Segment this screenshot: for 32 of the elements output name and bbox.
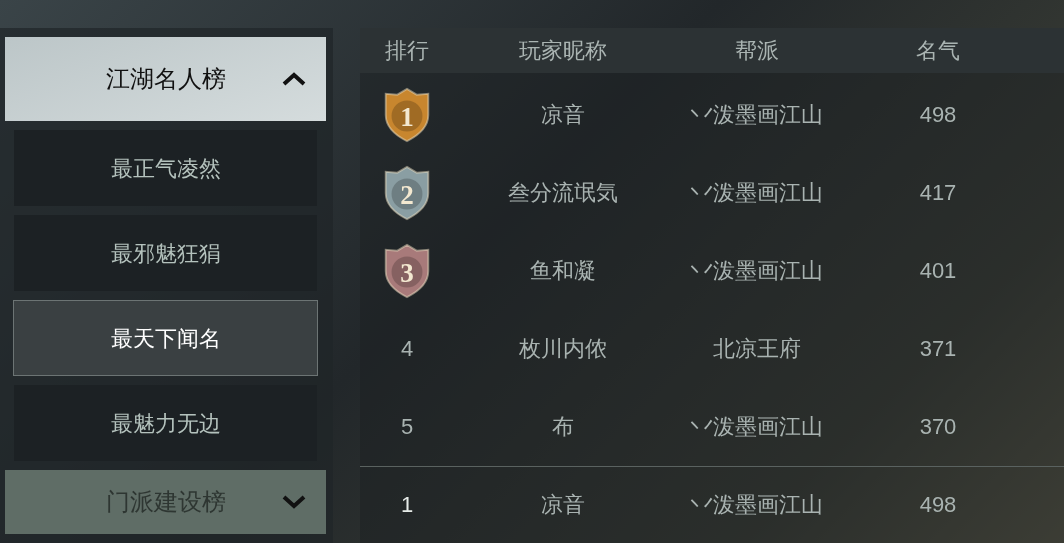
caret-down-icon [282,495,306,509]
sidebar-item[interactable]: 最邪魅狂狷 [14,215,317,291]
fame-value: 370 [919,413,957,442]
guild-name: 丷泼墨画江山 [691,491,823,520]
column-header: 排行 [385,37,429,66]
player-name: 鱼和凝 [530,257,596,286]
player-name: 凉音 [541,101,585,129]
sidebar-item[interactable]: 最天下闻名 [13,300,318,376]
sidebar-item[interactable]: 最正气凌然 [14,130,317,206]
fame-value: 371 [919,335,957,364]
rank-number: 4 [400,335,414,364]
player-name: 叁分流氓気 [508,179,618,208]
fame-value: 498 [919,101,957,129]
rank-number: 1 [400,491,414,520]
player-name: 布 [552,413,574,442]
rank-number: 5 [400,413,414,442]
sidebar-item[interactable]: 最魅力无边 [14,385,317,461]
player-name: 枚川内侬 [519,335,607,364]
fame-value: 417 [919,179,957,208]
guild-name: 丷泼墨画江山 [691,101,823,129]
column-header: 玩家昵称 [519,37,607,66]
column-header: 名气 [916,37,960,66]
caret-up-icon [282,72,306,86]
guild-name: 丷泼墨画江山 [691,257,823,286]
category-header[interactable]: 江湖名人榜 [5,37,326,121]
guild-name: 北凉王府 [713,335,801,364]
guild-name: 丷泼墨画江山 [691,413,823,442]
fame-value: 401 [919,257,957,286]
guild-name: 丷泼墨画江山 [691,179,823,208]
column-header: 帮派 [735,37,779,66]
player-name: 凉音 [541,491,585,520]
fame-value: 498 [919,491,957,520]
